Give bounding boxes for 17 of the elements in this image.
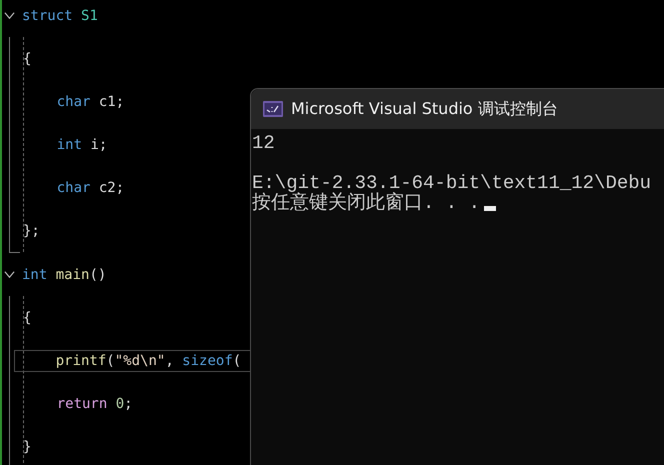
console-app-icon xyxy=(263,101,283,117)
console-output: 按任意键关闭此窗口. . . xyxy=(252,193,480,213)
console-output: 12 xyxy=(252,133,275,153)
code-line: return 0; xyxy=(56,394,134,414)
code-line: char c2; xyxy=(56,178,126,198)
collapse-icon[interactable] xyxy=(4,10,15,21)
code-line: }; xyxy=(22,222,41,240)
code-line: int main() xyxy=(21,266,108,284)
code-line: char c1; xyxy=(56,92,126,112)
console-output: E:\git-2.33.1-64-bit\text11_12\Debu xyxy=(252,173,652,193)
code-line: { xyxy=(22,50,32,68)
window-title: Microsoft Visual Studio 调试控制台 xyxy=(291,98,558,120)
collapse-icon[interactable] xyxy=(4,269,15,280)
code-line: { xyxy=(22,308,32,328)
code-line: } xyxy=(22,438,32,456)
code-line: struct S1 xyxy=(21,6,99,26)
code-line: int i; xyxy=(56,136,108,154)
